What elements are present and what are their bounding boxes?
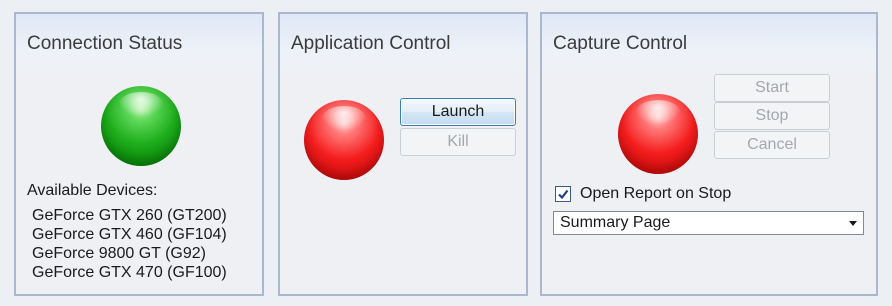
chevron-down-icon[interactable]	[849, 221, 857, 226]
device-item: GeForce GTX 460 (GF104)	[32, 226, 227, 243]
open-report-label[interactable]: Open Report on Stop	[580, 185, 731, 203]
device-item: GeForce 9800 GT (G92)	[32, 245, 206, 262]
connection-status-led-icon	[101, 86, 181, 166]
application-status-led-icon	[304, 100, 384, 180]
connection-status-title: Connection Status	[27, 33, 183, 54]
application-control-title: Application Control	[291, 33, 451, 54]
led-highlight	[119, 92, 163, 116]
device-item: GeForce GTX 260 (GT200)	[32, 207, 227, 224]
capture-control-title: Capture Control	[553, 33, 688, 54]
led-highlight	[636, 100, 680, 124]
capture-control-panel: Capture Control Start Stop Cancel Open R…	[540, 12, 878, 296]
start-button[interactable]: Start	[714, 74, 830, 102]
report-page-select[interactable]: Summary Page	[553, 211, 864, 235]
report-page-selected-value: Summary Page	[560, 214, 671, 231]
open-report-checkbox[interactable]	[555, 186, 571, 202]
kill-button[interactable]: Kill	[400, 128, 516, 156]
stop-button[interactable]: Stop	[714, 102, 830, 130]
cancel-button[interactable]: Cancel	[714, 131, 830, 159]
app-window: Connection Status Available Devices: GeF…	[0, 0, 892, 306]
capture-status-led-icon	[618, 94, 698, 174]
connection-status-panel: Connection Status Available Devices: GeF…	[14, 12, 264, 296]
launch-button[interactable]: Launch	[400, 98, 516, 126]
available-devices-label: Available Devices:	[27, 182, 158, 199]
device-list: GeForce GTX 260 (GT200) GeForce GTX 460 …	[32, 206, 227, 282]
led-highlight	[322, 106, 366, 130]
checkmark-icon	[558, 189, 569, 200]
application-control-panel: Application Control Launch Kill	[278, 12, 528, 296]
device-item: GeForce GTX 470 (GF100)	[32, 264, 227, 281]
